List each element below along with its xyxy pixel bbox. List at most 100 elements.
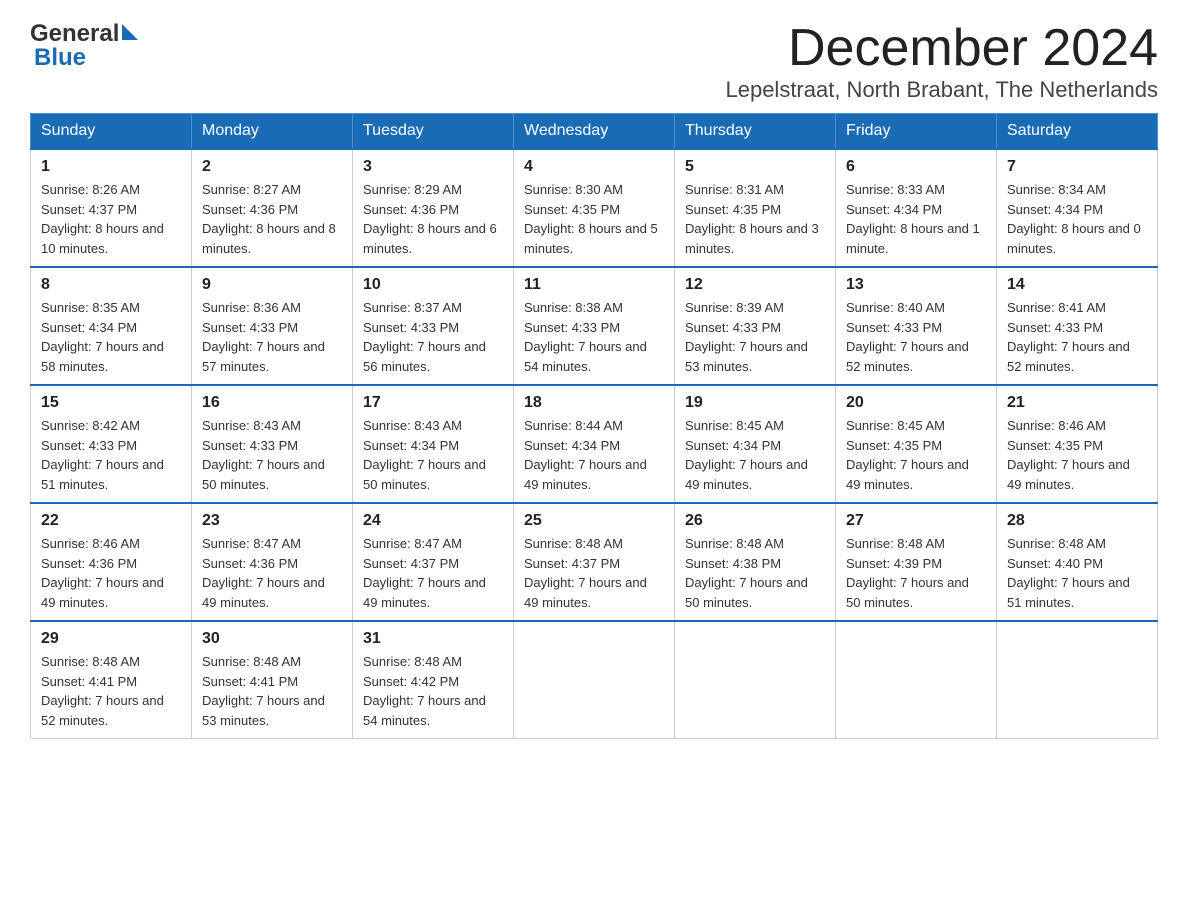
calendar-cell: 27 Sunrise: 8:48 AMSunset: 4:39 PMDaylig… — [836, 503, 997, 621]
calendar-cell: 10 Sunrise: 8:37 AMSunset: 4:33 PMDaylig… — [353, 267, 514, 385]
calendar-week-row: 15 Sunrise: 8:42 AMSunset: 4:33 PMDaylig… — [31, 385, 1158, 503]
day-info: Sunrise: 8:48 AMSunset: 4:40 PMDaylight:… — [1007, 536, 1130, 610]
day-number: 30 — [202, 630, 342, 648]
day-info: Sunrise: 8:43 AMSunset: 4:34 PMDaylight:… — [363, 418, 486, 492]
calendar-cell: 21 Sunrise: 8:46 AMSunset: 4:35 PMDaylig… — [997, 385, 1158, 503]
day-info: Sunrise: 8:44 AMSunset: 4:34 PMDaylight:… — [524, 418, 647, 492]
day-number: 22 — [41, 512, 181, 530]
day-number: 26 — [685, 512, 825, 530]
day-info: Sunrise: 8:47 AMSunset: 4:36 PMDaylight:… — [202, 536, 325, 610]
day-info: Sunrise: 8:36 AMSunset: 4:33 PMDaylight:… — [202, 300, 325, 374]
calendar-cell: 12 Sunrise: 8:39 AMSunset: 4:33 PMDaylig… — [675, 267, 836, 385]
day-number: 9 — [202, 276, 342, 294]
calendar-week-row: 8 Sunrise: 8:35 AMSunset: 4:34 PMDayligh… — [31, 267, 1158, 385]
calendar-cell: 19 Sunrise: 8:45 AMSunset: 4:34 PMDaylig… — [675, 385, 836, 503]
day-number: 17 — [363, 394, 503, 412]
day-info: Sunrise: 8:48 AMSunset: 4:42 PMDaylight:… — [363, 654, 486, 728]
title-block: December 2024 Lepelstraat, North Brabant… — [725, 20, 1158, 103]
day-number: 7 — [1007, 158, 1147, 176]
calendar-cell — [997, 621, 1158, 739]
day-number: 31 — [363, 630, 503, 648]
calendar-week-row: 29 Sunrise: 8:48 AMSunset: 4:41 PMDaylig… — [31, 621, 1158, 739]
calendar-cell: 3 Sunrise: 8:29 AMSunset: 4:36 PMDayligh… — [353, 149, 514, 267]
day-number: 5 — [685, 158, 825, 176]
weekday-header-saturday: Saturday — [997, 114, 1158, 150]
day-number: 2 — [202, 158, 342, 176]
calendar-cell: 5 Sunrise: 8:31 AMSunset: 4:35 PMDayligh… — [675, 149, 836, 267]
weekday-header-tuesday: Tuesday — [353, 114, 514, 150]
calendar-cell: 31 Sunrise: 8:48 AMSunset: 4:42 PMDaylig… — [353, 621, 514, 739]
day-info: Sunrise: 8:45 AMSunset: 4:34 PMDaylight:… — [685, 418, 808, 492]
day-number: 19 — [685, 394, 825, 412]
day-number: 29 — [41, 630, 181, 648]
calendar-cell: 4 Sunrise: 8:30 AMSunset: 4:35 PMDayligh… — [514, 149, 675, 267]
calendar-cell: 28 Sunrise: 8:48 AMSunset: 4:40 PMDaylig… — [997, 503, 1158, 621]
calendar-cell: 13 Sunrise: 8:40 AMSunset: 4:33 PMDaylig… — [836, 267, 997, 385]
calendar-cell — [836, 621, 997, 739]
day-info: Sunrise: 8:47 AMSunset: 4:37 PMDaylight:… — [363, 536, 486, 610]
month-title: December 2024 — [725, 20, 1158, 77]
day-info: Sunrise: 8:46 AMSunset: 4:35 PMDaylight:… — [1007, 418, 1130, 492]
day-info: Sunrise: 8:30 AMSunset: 4:35 PMDaylight:… — [524, 182, 658, 256]
day-info: Sunrise: 8:48 AMSunset: 4:38 PMDaylight:… — [685, 536, 808, 610]
day-info: Sunrise: 8:31 AMSunset: 4:35 PMDaylight:… — [685, 182, 819, 256]
day-info: Sunrise: 8:40 AMSunset: 4:33 PMDaylight:… — [846, 300, 969, 374]
calendar-cell: 25 Sunrise: 8:48 AMSunset: 4:37 PMDaylig… — [514, 503, 675, 621]
day-number: 11 — [524, 276, 664, 294]
day-number: 21 — [1007, 394, 1147, 412]
calendar-week-row: 22 Sunrise: 8:46 AMSunset: 4:36 PMDaylig… — [31, 503, 1158, 621]
day-info: Sunrise: 8:41 AMSunset: 4:33 PMDaylight:… — [1007, 300, 1130, 374]
calendar-cell: 23 Sunrise: 8:47 AMSunset: 4:36 PMDaylig… — [192, 503, 353, 621]
calendar-cell: 15 Sunrise: 8:42 AMSunset: 4:33 PMDaylig… — [31, 385, 192, 503]
day-info: Sunrise: 8:38 AMSunset: 4:33 PMDaylight:… — [524, 300, 647, 374]
day-number: 12 — [685, 276, 825, 294]
day-number: 28 — [1007, 512, 1147, 530]
weekday-header-monday: Monday — [192, 114, 353, 150]
calendar-cell: 9 Sunrise: 8:36 AMSunset: 4:33 PMDayligh… — [192, 267, 353, 385]
day-info: Sunrise: 8:48 AMSunset: 4:37 PMDaylight:… — [524, 536, 647, 610]
calendar-cell: 22 Sunrise: 8:46 AMSunset: 4:36 PMDaylig… — [31, 503, 192, 621]
day-number: 1 — [41, 158, 181, 176]
logo-blue-text: Blue — [34, 44, 86, 72]
day-info: Sunrise: 8:48 AMSunset: 4:39 PMDaylight:… — [846, 536, 969, 610]
day-number: 27 — [846, 512, 986, 530]
calendar-cell: 8 Sunrise: 8:35 AMSunset: 4:34 PMDayligh… — [31, 267, 192, 385]
page-header: General Blue December 2024 Lepelstraat, … — [30, 20, 1158, 103]
day-info: Sunrise: 8:35 AMSunset: 4:34 PMDaylight:… — [41, 300, 164, 374]
weekday-header-thursday: Thursday — [675, 114, 836, 150]
day-info: Sunrise: 8:46 AMSunset: 4:36 PMDaylight:… — [41, 536, 164, 610]
day-info: Sunrise: 8:29 AMSunset: 4:36 PMDaylight:… — [363, 182, 497, 256]
day-number: 24 — [363, 512, 503, 530]
calendar-cell — [514, 621, 675, 739]
day-number: 4 — [524, 158, 664, 176]
calendar-cell: 26 Sunrise: 8:48 AMSunset: 4:38 PMDaylig… — [675, 503, 836, 621]
calendar-cell: 24 Sunrise: 8:47 AMSunset: 4:37 PMDaylig… — [353, 503, 514, 621]
calendar-cell: 14 Sunrise: 8:41 AMSunset: 4:33 PMDaylig… — [997, 267, 1158, 385]
weekday-header-row: SundayMondayTuesdayWednesdayThursdayFrid… — [31, 114, 1158, 150]
day-number: 8 — [41, 276, 181, 294]
logo-triangle-icon — [122, 24, 138, 40]
calendar-cell: 17 Sunrise: 8:43 AMSunset: 4:34 PMDaylig… — [353, 385, 514, 503]
calendar-cell: 29 Sunrise: 8:48 AMSunset: 4:41 PMDaylig… — [31, 621, 192, 739]
weekday-header-friday: Friday — [836, 114, 997, 150]
calendar-cell: 20 Sunrise: 8:45 AMSunset: 4:35 PMDaylig… — [836, 385, 997, 503]
day-info: Sunrise: 8:37 AMSunset: 4:33 PMDaylight:… — [363, 300, 486, 374]
day-info: Sunrise: 8:45 AMSunset: 4:35 PMDaylight:… — [846, 418, 969, 492]
day-number: 15 — [41, 394, 181, 412]
logo: General Blue — [30, 20, 138, 72]
day-number: 18 — [524, 394, 664, 412]
day-info: Sunrise: 8:39 AMSunset: 4:33 PMDaylight:… — [685, 300, 808, 374]
day-info: Sunrise: 8:42 AMSunset: 4:33 PMDaylight:… — [41, 418, 164, 492]
location-subtitle: Lepelstraat, North Brabant, The Netherla… — [725, 77, 1158, 103]
weekday-header-wednesday: Wednesday — [514, 114, 675, 150]
day-number: 23 — [202, 512, 342, 530]
day-number: 6 — [846, 158, 986, 176]
day-number: 16 — [202, 394, 342, 412]
calendar-cell — [675, 621, 836, 739]
day-info: Sunrise: 8:43 AMSunset: 4:33 PMDaylight:… — [202, 418, 325, 492]
day-number: 20 — [846, 394, 986, 412]
day-info: Sunrise: 8:48 AMSunset: 4:41 PMDaylight:… — [202, 654, 325, 728]
calendar-cell: 6 Sunrise: 8:33 AMSunset: 4:34 PMDayligh… — [836, 149, 997, 267]
calendar-cell: 11 Sunrise: 8:38 AMSunset: 4:33 PMDaylig… — [514, 267, 675, 385]
day-info: Sunrise: 8:34 AMSunset: 4:34 PMDaylight:… — [1007, 182, 1141, 256]
